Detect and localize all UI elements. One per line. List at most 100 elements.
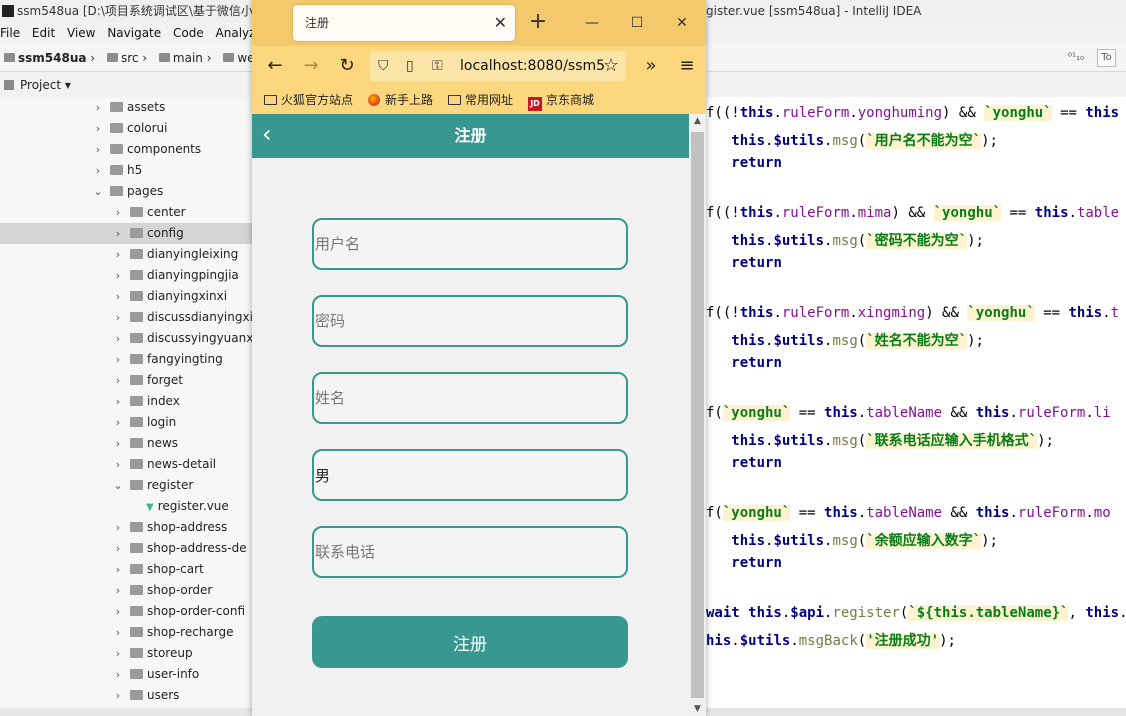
code-editor[interactable]: f((!this.ruleForm.yonghuming) && `yonghu…: [706, 97, 1126, 708]
tree-item[interactable]: › shop-recharge: [0, 622, 252, 643]
tree-item[interactable]: › h5: [0, 160, 252, 181]
chevron-down-icon[interactable]: ⌄: [92, 181, 104, 202]
tree-item[interactable]: › storeup: [0, 643, 252, 664]
scroll-thumb[interactable]: [691, 132, 704, 698]
close-tab-icon[interactable]: ✕: [494, 5, 507, 41]
tree-item[interactable]: ⌄ pages: [0, 181, 252, 202]
chevron-right-icon[interactable]: ›: [92, 118, 104, 139]
project-panel-header[interactable]: Project ▾: [0, 73, 252, 97]
tree-item[interactable]: › dianyingleixing: [0, 244, 252, 265]
back-arrow-icon[interactable]: ←: [260, 51, 290, 81]
scroll-up-icon[interactable]: ▲: [689, 116, 706, 126]
menu-view[interactable]: View: [67, 26, 95, 40]
bookmark-jd-mall[interactable]: JD 京东商城: [528, 86, 594, 114]
address-bar[interactable]: ⛉ ▯ ⚿ localhost:8080/ssm5: [370, 51, 626, 81]
tree-item[interactable]: › users: [0, 685, 252, 706]
tree-item[interactable]: › news: [0, 433, 252, 454]
tree-item[interactable]: › index: [0, 391, 252, 412]
toolbar-button[interactable]: To: [1097, 49, 1116, 67]
breadcrumb-project[interactable]: ssm548ua ›: [0, 44, 95, 72]
chevron-right-icon[interactable]: ›: [112, 538, 124, 559]
breadcrumb-src[interactable]: src ›: [103, 44, 147, 72]
tree-item[interactable]: › login: [0, 412, 252, 433]
new-tab-button[interactable]: +: [526, 8, 550, 38]
tree-item[interactable]: › shop-order-confi: [0, 601, 252, 622]
tree-item[interactable]: › discussdianyingxi: [0, 307, 252, 328]
chevron-right-icon[interactable]: ›: [112, 643, 124, 664]
chevron-right-icon[interactable]: ›: [112, 307, 124, 328]
chevron-right-icon[interactable]: ›: [112, 664, 124, 685]
hamburger-menu-icon[interactable]: ≡: [672, 51, 702, 81]
chevron-right-icon[interactable]: ›: [112, 223, 124, 244]
forward-arrow-icon[interactable]: →: [296, 51, 326, 81]
tree-item[interactable]: › dianyingpingjia: [0, 265, 252, 286]
chevron-right-icon[interactable]: ›: [92, 160, 104, 181]
chevron-right-icon[interactable]: ›: [112, 580, 124, 601]
scroll-down-icon[interactable]: ▼: [689, 704, 706, 714]
tree-item[interactable]: › shop-address: [0, 517, 252, 538]
chevron-right-icon[interactable]: ›: [92, 139, 104, 160]
breadcrumb-main[interactable]: main ›: [155, 44, 212, 72]
password-input[interactable]: [314, 297, 626, 345]
bookmark-getting-started[interactable]: 新手上路: [368, 86, 433, 114]
reload-icon[interactable]: ↻: [332, 51, 362, 81]
key-icon[interactable]: ⚿: [432, 51, 443, 81]
tree-item[interactable]: › forget: [0, 370, 252, 391]
chevron-right-icon[interactable]: ›: [112, 328, 124, 349]
chevron-right-icon[interactable]: ›: [112, 286, 124, 307]
tree-item[interactable]: › center: [0, 202, 252, 223]
tree-item[interactable]: › shop-cart: [0, 559, 252, 580]
tree-item[interactable]: › dianyingxinxi: [0, 286, 252, 307]
tree-item[interactable]: › fangyingting: [0, 349, 252, 370]
phone-input[interactable]: [314, 528, 626, 576]
maximize-icon[interactable]: ☐: [625, 8, 649, 38]
chevron-right-icon[interactable]: ›: [112, 202, 124, 223]
chevron-right-icon[interactable]: ›: [112, 370, 124, 391]
chevron-down-icon[interactable]: ▾: [65, 78, 71, 92]
menu-edit[interactable]: Edit: [32, 26, 55, 40]
url-text[interactable]: localhost:8080/ssm5: [460, 51, 605, 81]
chevron-right-icon[interactable]: ›: [112, 517, 124, 538]
name-input[interactable]: [314, 374, 626, 422]
bookmark-firefox-official[interactable]: 火狐官方站点: [264, 86, 353, 114]
binary-icon[interactable]: ⁰¹₁₀: [1068, 52, 1084, 63]
overflow-chevrons-icon[interactable]: »: [636, 51, 666, 81]
tree-item[interactable]: › news-detail: [0, 454, 252, 475]
chevron-right-icon[interactable]: ›: [112, 559, 124, 580]
chevron-right-icon[interactable]: ›: [112, 349, 124, 370]
bookmark-star-icon[interactable]: ☆: [596, 51, 626, 81]
tree-item[interactable]: › user-info: [0, 664, 252, 685]
tree-item[interactable]: › shop-address-de: [0, 538, 252, 559]
menu-navigate[interactable]: Navigate: [107, 26, 161, 40]
chevron-right-icon[interactable]: ›: [112, 265, 124, 286]
chevron-right-icon[interactable]: ›: [112, 244, 124, 265]
menu-file[interactable]: File: [0, 26, 20, 40]
tree-item[interactable]: › colorui: [0, 118, 252, 139]
tree-item[interactable]: ▼ register.vue: [0, 496, 252, 517]
tree-item[interactable]: › discussyingyuanxi: [0, 328, 252, 349]
tree-item[interactable]: › shop-order: [0, 580, 252, 601]
register-button[interactable]: 注册: [312, 616, 628, 668]
scrollbar[interactable]: ▲ ▼: [689, 114, 706, 716]
shield-icon[interactable]: ⛉: [378, 51, 389, 81]
tree-item[interactable]: › config: [0, 223, 252, 244]
chevron-right-icon[interactable]: ›: [112, 391, 124, 412]
chevron-right-icon[interactable]: ›: [112, 433, 124, 454]
close-window-icon[interactable]: ✕: [670, 8, 694, 38]
chevron-right-icon[interactable]: ›: [112, 454, 124, 475]
chevron-right-icon[interactable]: ›: [112, 685, 124, 706]
chevron-down-icon[interactable]: ⌄: [112, 475, 124, 496]
bookmark-common-sites[interactable]: 常用网址: [448, 86, 513, 114]
gender-input[interactable]: [314, 451, 626, 499]
tree-item[interactable]: › assets: [0, 97, 252, 118]
username-input[interactable]: [314, 220, 626, 268]
chevron-right-icon[interactable]: ›: [112, 601, 124, 622]
minimize-icon[interactable]: —: [580, 8, 604, 38]
menu-code[interactable]: Code: [173, 26, 204, 40]
tree-item[interactable]: › components: [0, 139, 252, 160]
chevron-right-icon[interactable]: ›: [92, 97, 104, 118]
tree-item[interactable]: ⌄ register: [0, 475, 252, 496]
chevron-right-icon[interactable]: ›: [112, 622, 124, 643]
chevron-right-icon[interactable]: ›: [112, 412, 124, 433]
browser-tab[interactable]: 注册 ✕: [293, 5, 515, 41]
